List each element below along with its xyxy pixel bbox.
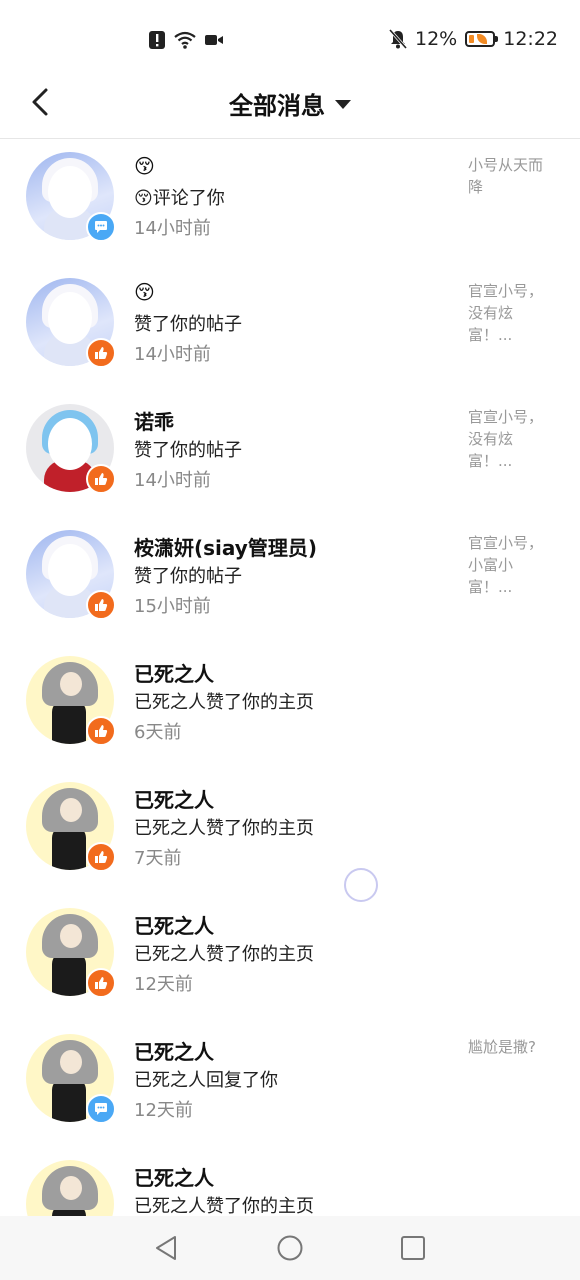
title-dropdown[interactable]: 全部消息 bbox=[0, 86, 580, 121]
thumbs-up-icon bbox=[95, 725, 108, 737]
message-item[interactable]: 已死之人已死之人赞了你的主页 bbox=[0, 1148, 580, 1216]
clock: 12:22 bbox=[503, 28, 558, 50]
message-list[interactable]: 😚 😚评论了你 14小时前 小号从天而降 😚 赞了你的帖子 14小时前 官宣小号，没有炫富！.… bbox=[0, 140, 580, 1216]
thumbs-up-icon bbox=[95, 977, 108, 989]
caret-down-icon bbox=[335, 100, 351, 109]
message-action: 赞了你的帖子 bbox=[134, 566, 242, 587]
mute-bell-icon bbox=[389, 29, 407, 49]
thumbs-up-icon bbox=[95, 851, 108, 863]
message-item[interactable]: 已死之人已死之人回复了你 12天前 尴尬是撒? bbox=[0, 1022, 580, 1148]
message-preview: 尴尬是撒? bbox=[468, 1038, 536, 1056]
sender-name[interactable]: 已死之人 bbox=[134, 1162, 214, 1191]
message-item[interactable]: 已死之人已死之人赞了你的主页 7天前 bbox=[0, 770, 580, 896]
like-badge bbox=[86, 968, 116, 998]
message-item[interactable]: 😚 赞了你的帖子 14小时前 官宣小号，没有炫富！... bbox=[0, 266, 580, 392]
message-action: 😚评论了你 bbox=[134, 188, 225, 209]
like-badge bbox=[86, 716, 116, 746]
message-time: 12天前 bbox=[134, 1100, 193, 1121]
comment-badge bbox=[86, 1094, 116, 1124]
message-preview: 官宣小号，小富小富！... bbox=[468, 534, 544, 596]
sender-name[interactable]: 已死之人 bbox=[134, 658, 214, 687]
message-action: 已死之人赞了你的主页 bbox=[134, 1196, 314, 1216]
message-action: 已死之人赞了你的主页 bbox=[134, 818, 314, 839]
header-bar: 全部消息 bbox=[0, 74, 580, 139]
back-triangle-icon bbox=[156, 1236, 176, 1260]
message-action: 已死之人赞了你的主页 bbox=[134, 692, 314, 713]
loading-spinner bbox=[344, 868, 378, 902]
message-action: 已死之人赞了你的主页 bbox=[134, 944, 314, 965]
sender-name[interactable]: 已死之人 bbox=[134, 784, 214, 813]
message-item[interactable]: 😚 😚评论了你 14小时前 小号从天而降 bbox=[0, 140, 580, 266]
status-bar: 12% 12:22 bbox=[0, 0, 580, 80]
message-action: 已死之人回复了你 bbox=[134, 1070, 278, 1091]
sender-name[interactable]: 桉潇妍(siay管理员) bbox=[134, 532, 317, 561]
message-preview: 官宣小号，没有炫富！... bbox=[468, 282, 544, 344]
alert-icon bbox=[149, 31, 165, 49]
message-time: 14小时前 bbox=[134, 218, 211, 239]
message-action: 赞了你的帖子 bbox=[134, 314, 242, 335]
recents-square-icon bbox=[401, 1236, 425, 1260]
message-item[interactable]: 诺乖赞了你的帖子 14小时前 官宣小号，没有炫富！... bbox=[0, 392, 580, 518]
message-time: 6天前 bbox=[134, 722, 182, 743]
sender-name[interactable]: 已死之人 bbox=[134, 1036, 214, 1065]
message-time: 15小时前 bbox=[134, 596, 211, 617]
message-preview: 官宣小号，没有炫富！... bbox=[468, 408, 544, 470]
nav-recents-button[interactable] bbox=[398, 1233, 428, 1263]
like-badge bbox=[86, 842, 116, 872]
thumbs-up-icon bbox=[95, 347, 108, 359]
like-badge bbox=[86, 338, 116, 368]
thumbs-up-icon bbox=[95, 599, 108, 611]
message-item[interactable]: 已死之人已死之人赞了你的主页 6天前 bbox=[0, 644, 580, 770]
comment-icon bbox=[95, 1103, 107, 1115]
message-time: 12天前 bbox=[134, 974, 193, 995]
system-nav-bar bbox=[0, 1216, 580, 1280]
page-title: 全部消息 bbox=[229, 92, 325, 120]
message-action: 赞了你的帖子 bbox=[134, 440, 242, 461]
nav-home-button[interactable] bbox=[275, 1233, 305, 1263]
home-circle-icon bbox=[277, 1235, 303, 1261]
avatar[interactable] bbox=[26, 1160, 114, 1216]
thumbs-up-icon bbox=[95, 473, 108, 485]
message-preview: 小号从天而降 bbox=[468, 156, 544, 196]
sender-name[interactable]: 😚 bbox=[134, 280, 155, 304]
message-item[interactable]: 已死之人已死之人赞了你的主页 12天前 bbox=[0, 896, 580, 1022]
message-time: 14小时前 bbox=[134, 344, 211, 365]
sender-name[interactable]: 😚 bbox=[134, 154, 155, 178]
like-badge bbox=[86, 590, 116, 620]
message-time: 7天前 bbox=[134, 848, 182, 869]
sender-name[interactable]: 诺乖 bbox=[134, 406, 174, 435]
wifi-icon bbox=[174, 31, 196, 49]
status-right: 12% 12:22 bbox=[389, 28, 558, 50]
like-badge bbox=[86, 464, 116, 494]
video-icon bbox=[205, 35, 223, 45]
nav-back-button[interactable] bbox=[151, 1233, 181, 1263]
message-item[interactable]: 桉潇妍(siay管理员) 赞了你的帖子 15小时前 官宣小号，小富小富！... bbox=[0, 518, 580, 644]
battery-percent: 12% bbox=[415, 28, 458, 50]
sender-name[interactable]: 已死之人 bbox=[134, 910, 214, 939]
message-time: 14小时前 bbox=[134, 470, 211, 491]
comment-icon bbox=[95, 221, 107, 233]
status-left-icons bbox=[148, 30, 224, 50]
comment-badge bbox=[86, 212, 116, 242]
battery-icon bbox=[465, 31, 499, 47]
